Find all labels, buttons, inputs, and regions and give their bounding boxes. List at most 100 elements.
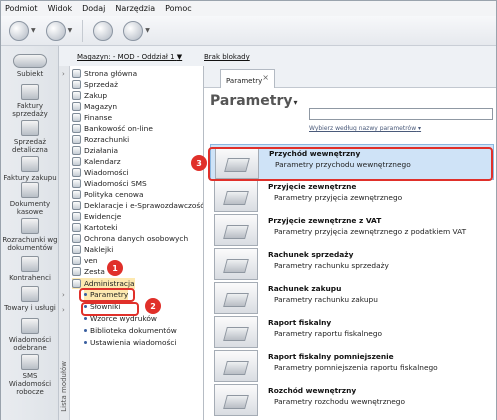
menu-podmiot[interactable]: Podmiot xyxy=(5,4,38,13)
context-bar: Magazyn: - MOD - Oddział 1 ▼ Brak blokad… xyxy=(59,46,496,66)
sidebar-item-sms[interactable]: SMS Wiadomości robocze xyxy=(1,354,59,396)
parameters-icon xyxy=(214,180,258,212)
list-item[interactable]: Raport fiskalny Parametry raportu fiskaln… xyxy=(210,314,494,350)
module-list-tab[interactable]: › › › Lista modułów xyxy=(59,66,70,420)
tree-item[interactable]: Kartoteki xyxy=(72,222,117,233)
highlight-administracja xyxy=(79,288,135,302)
list-item[interactable]: Raport fiskalny pomniejszenie Parametry p… xyxy=(210,348,494,384)
sms-icon xyxy=(21,354,39,370)
list-item[interactable]: Przyjęcie zewnętrzne z VAT Parametry przy… xyxy=(210,212,494,248)
tree-item[interactable]: Naklejki xyxy=(72,244,113,255)
tree-item-label: Administracja xyxy=(84,279,135,288)
tree-item[interactable]: Zesta xyxy=(72,266,105,277)
parameters-icon xyxy=(214,282,258,314)
tree-item-label: Wiadomości SMS xyxy=(84,179,147,188)
tab-parametry[interactable]: Parametry × xyxy=(220,69,275,88)
menu-widok[interactable]: Widok xyxy=(48,4,73,13)
tree-subitem[interactable]: Ustawienia wiadomości xyxy=(84,337,176,348)
menu-pomoc[interactable]: Pomoc xyxy=(165,4,192,13)
filter-link[interactable]: Wybierz według nazwy parametrów ▾ xyxy=(309,125,421,132)
chevron-down-icon[interactable]: ▾ xyxy=(294,98,298,107)
highlight-parametry xyxy=(81,302,139,316)
item-title: Przyjęcie zewnętrzne z VAT xyxy=(268,216,382,225)
sidebar-item-faktury-zakupu[interactable]: Faktury zakupu xyxy=(1,156,59,182)
item-title: Rachunek zakupu xyxy=(268,284,342,293)
mail-icon xyxy=(72,168,81,177)
chevron-right-icon: › xyxy=(62,306,65,314)
sidebar-item-label: SMS Wiadomości robocze xyxy=(8,372,52,396)
toolbar-button-4[interactable]: ▼ xyxy=(123,20,150,41)
close-icon[interactable]: × xyxy=(262,73,269,82)
item-description: Parametry rozchodu wewnętrznego xyxy=(274,397,406,406)
tree-subitem[interactable]: Biblioteka dokumentów xyxy=(84,325,177,336)
list-item[interactable]: Przyjęcie zewnętrzne Parametry przyjęcia … xyxy=(210,178,494,214)
warehouse-selector[interactable]: Magazyn: - MOD - Oddział 1 ▼ xyxy=(77,53,182,61)
tree-item[interactable]: Polityka cenowa xyxy=(72,189,144,200)
sidebar-item-wiadomosci[interactable]: Wiadomości odebrane xyxy=(1,318,59,352)
list-item[interactable]: Rachunek zakupu Parametry rachunku zakupu xyxy=(210,280,494,316)
lock-status-link[interactable]: Brak blokady xyxy=(204,53,250,61)
step-badge-1: 1 xyxy=(107,260,123,276)
tree-item-label: Polityka cenowa xyxy=(84,190,144,199)
tree-item[interactable]: Bankowość on-line xyxy=(72,123,153,134)
home-icon xyxy=(72,69,81,78)
tree-item-label: Deklaracje i e-Sprawozdawczość xyxy=(84,201,204,210)
tree-item-label: Kartoteki xyxy=(84,223,118,232)
list-item[interactable]: Rachunek sprzedaży Parametry rachunku spr… xyxy=(210,246,494,282)
sidebar-item-label: Kontrahenci xyxy=(9,274,51,282)
tree-item-label: Strona główna xyxy=(84,69,138,78)
sidebar-item-sprzedaz-detaliczna[interactable]: Sprzedaż detaliczna xyxy=(1,120,59,154)
tree-item[interactable]: Ochrona danych osobowych xyxy=(72,233,188,244)
chevron-right-icon: › xyxy=(62,70,65,78)
tree-item-label: Sprzedaż xyxy=(84,80,118,89)
search-input[interactable] xyxy=(309,108,493,120)
sidebar-item-label: Rozrachunki wg dokumentów xyxy=(2,236,58,252)
tree-item[interactable]: Wiadomości xyxy=(72,167,129,178)
menu-dodaj[interactable]: Dodaj xyxy=(82,4,105,13)
tree-item[interactable]: Wiadomości SMS xyxy=(72,178,147,189)
sidebar-item-rozrachunki[interactable]: Rozrachunki wg dokumentów xyxy=(1,218,59,252)
sidebar-item-towary[interactable]: Towary i usługi xyxy=(1,286,59,312)
tree-item[interactable]: Działania xyxy=(72,145,118,156)
actions-icon xyxy=(72,146,81,155)
tree-item[interactable]: Zakup xyxy=(72,90,107,101)
tree-item[interactable]: Sprzedaż xyxy=(72,79,118,90)
contacts-icon xyxy=(21,256,39,272)
chevron-down-icon: ▼ xyxy=(67,27,73,34)
sidebar-item-label: Towary i usługi xyxy=(4,304,56,312)
tree-item[interactable]: Magazyn xyxy=(72,101,117,112)
goods-icon xyxy=(21,286,39,302)
tree-item-label: Wiadomości xyxy=(84,168,129,177)
tree-item[interactable]: ven xyxy=(72,255,98,266)
tree-item[interactable]: Kalendarz xyxy=(72,156,121,167)
sidebar-item-faktury-sprzedazy[interactable]: Faktury sprzedaży xyxy=(1,84,59,118)
list-item[interactable]: Rozchód wewnętrzny Parametry rozchodu wew… xyxy=(210,382,494,418)
sidebar-item-dokumenty-kasowe[interactable]: Dokumenty kasowe xyxy=(1,182,59,216)
tree-item-label: Ustawienia wiadomości xyxy=(90,338,177,347)
tree-item[interactable]: Ewidencje xyxy=(72,211,121,222)
admin-icon xyxy=(72,279,81,288)
bullet-icon xyxy=(84,341,87,344)
item-description: Parametry rachunku zakupu xyxy=(274,295,378,304)
app-window: Podmiot Widok Dodaj Narzędzia Pomoc ▼ ▼ … xyxy=(0,0,497,420)
menu-bar: Podmiot Widok Dodaj Narzędzia Pomoc xyxy=(1,1,496,16)
tree-item-label: Bankowość on-line xyxy=(84,124,153,133)
tree-item[interactable]: Finanse xyxy=(72,112,112,123)
tree-item[interactable]: Strona główna xyxy=(72,68,137,79)
toolbar-button-3[interactable] xyxy=(93,20,114,41)
menu-narzedzia[interactable]: Narzędzia xyxy=(115,4,155,13)
module-sidebar: Subiekt Faktury sprzedaży Sprzedaż detal… xyxy=(1,46,59,420)
tree-item-label: Biblioteka dokumentów xyxy=(90,326,177,335)
calendar-icon xyxy=(72,157,81,166)
report-icon xyxy=(72,267,81,276)
item-title: Raport fiskalny pomniejszenie xyxy=(268,352,394,361)
tree-item[interactable]: Rozrachunki xyxy=(72,134,129,145)
tree-item[interactable]: Deklaracje i e-Sprawozdawczość xyxy=(72,200,204,211)
parameters-icon xyxy=(214,350,258,382)
toolbar-button-2[interactable]: ▼ xyxy=(45,20,73,41)
parameters-icon xyxy=(214,214,258,246)
toolbar-button-1[interactable]: ▼ xyxy=(9,20,36,41)
tab-label: Parametry xyxy=(226,77,263,85)
tree-item-label: Naklejki xyxy=(84,245,114,254)
sidebar-item-kontrahenci[interactable]: Kontrahenci xyxy=(1,256,59,282)
